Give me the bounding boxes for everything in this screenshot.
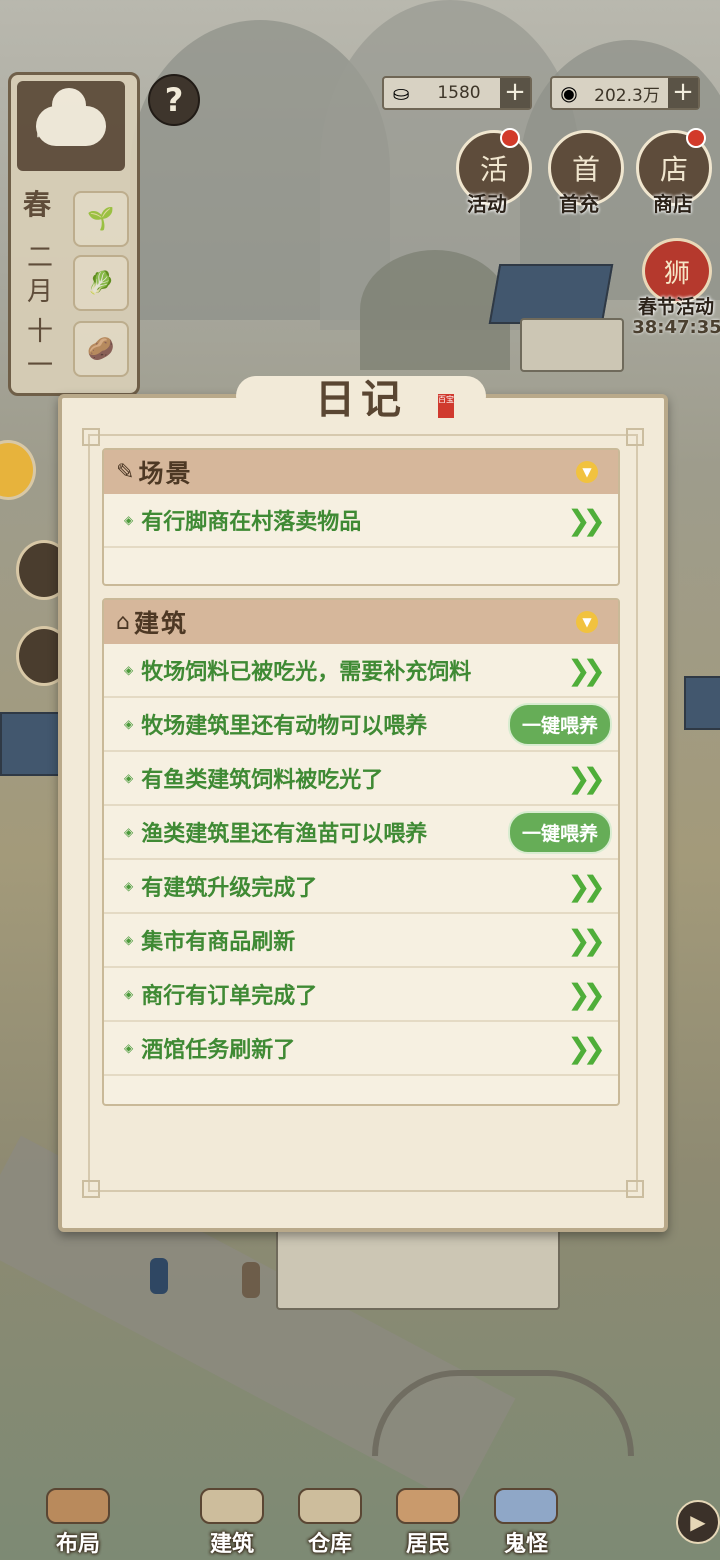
day-label: 十 (27, 317, 54, 347)
diamond-bullet-icon: ◈ (124, 825, 134, 839)
event-timer: 38:47:35 (632, 317, 720, 338)
diamond-bullet-icon: ◈ (124, 771, 134, 785)
notification-dot (500, 128, 520, 148)
collapse-icon[interactable]: ▼ (576, 461, 598, 483)
silver-value: 1580 (437, 83, 481, 103)
go-arrow-icon[interactable]: ❯❯ (567, 978, 606, 1011)
building-icon (200, 1488, 264, 1524)
diary-entry[interactable]: ◈ 有建筑升级完成了 ❯❯ (104, 860, 618, 914)
resident-icon (396, 1488, 460, 1524)
coin-value: 202.3万 (594, 85, 660, 106)
building-section: ⌂ 建筑 ▼ ◈ 牧场饲料已被吃光，需要补充饲料 ❯❯ ◈ 牧场建筑里还有动物可… (102, 598, 620, 1106)
day-label: 一 (27, 351, 54, 381)
entry-text: 集市有商品刷新 (141, 930, 296, 955)
rain-weather-icon: | | | (17, 81, 125, 171)
diary-entry: ◈ 牧场建筑里还有动物可以喂养 一键喂养 (104, 698, 618, 752)
season-label: 春 (23, 188, 52, 221)
diamond-bullet-icon: ◈ (124, 717, 134, 731)
diary-entry: ◈ 渔类建筑里还有渔苗可以喂养 一键喂养 (104, 806, 618, 860)
layout-icon (46, 1488, 110, 1524)
nav-label: 建筑 (209, 1532, 254, 1557)
section-title: 场景 (138, 459, 193, 488)
section-title: 建筑 (133, 609, 188, 638)
notification-dot (686, 128, 706, 148)
brush-icon: ✎ (116, 459, 135, 485)
shop-label[interactable]: 商店 (628, 188, 718, 217)
ginger-crop-icon[interactable]: 🥔 (73, 321, 129, 377)
diary-entry[interactable]: ◈ 酒馆任务刷新了 ❯❯ (104, 1022, 618, 1076)
go-arrow-icon[interactable]: ❯❯ (567, 762, 606, 795)
diary-entry[interactable]: ◈ 牧场饲料已被吃光，需要补充饲料 ❯❯ (104, 644, 618, 698)
month-label: 月 (27, 277, 54, 307)
frame-corner (626, 1180, 644, 1198)
nav-building[interactable]: 建筑 (192, 1488, 272, 1558)
entry-text: 有鱼类建筑饲料被吃光了 (141, 768, 384, 793)
next-arrow-button[interactable]: ▶ (676, 1500, 720, 1544)
frame-corner (82, 1180, 100, 1198)
side-reward-icon[interactable] (0, 440, 36, 500)
weather-calendar-panel[interactable]: | | | 春 二 月 十 一 🌱 🥬 🥔 (8, 72, 140, 396)
warehouse-icon (298, 1488, 362, 1524)
feed-all-button[interactable]: 一键喂养 (507, 702, 612, 746)
go-arrow-icon[interactable]: ❯❯ (567, 870, 606, 903)
go-arrow-icon[interactable]: ❯❯ (567, 1032, 606, 1065)
nav-label: 仓库 (307, 1532, 352, 1557)
entry-text: 牧场建筑里还有动物可以喂养 (141, 714, 428, 739)
silver-currency: ⛀ 1580 + (382, 76, 532, 110)
go-arrow-icon[interactable]: ❯❯ (567, 924, 606, 957)
ghost-icon (494, 1488, 558, 1524)
entry-text: 酒馆任务刷新了 (141, 1038, 296, 1063)
cabbage-crop-icon[interactable]: 🥬 (73, 255, 129, 311)
activity-label[interactable]: 活动 (442, 188, 532, 217)
entry-text: 渔类建筑里还有渔苗可以喂养 (141, 822, 428, 847)
seal-stamp: 百宝 (438, 394, 454, 418)
add-coins-button[interactable]: + (668, 78, 698, 108)
nav-warehouse[interactable]: 仓库 (290, 1488, 370, 1558)
diamond-bullet-icon: ◈ (124, 987, 134, 1001)
diamond-bullet-icon: ◈ (124, 663, 134, 677)
month-label: 二 (27, 243, 54, 273)
help-button[interactable]: ? (148, 74, 200, 126)
event-label[interactable]: 春节活动 (626, 292, 720, 319)
house-icon: ⌂ (116, 609, 130, 635)
go-arrow-icon[interactable]: ❯❯ (567, 654, 606, 687)
diary-entry[interactable]: ◈ 商行有订单完成了 ❯❯ (104, 968, 618, 1022)
collapse-icon[interactable]: ▼ (576, 611, 598, 633)
diamond-bullet-icon: ◈ (124, 879, 134, 893)
nav-label: 鬼怪 (503, 1532, 548, 1557)
nav-label: 布局 (55, 1532, 100, 1557)
nav-ghosts[interactable]: 鬼怪 (486, 1488, 566, 1558)
silver-ingot-icon: ⛀ (392, 81, 410, 105)
coin-currency: ◉ 202.3万 + (550, 76, 700, 110)
scene-section-header[interactable]: ✎ 场景 ▼ (104, 450, 618, 494)
copper-coin-icon: ◉ (560, 81, 578, 105)
go-arrow-icon[interactable]: ❯❯ (567, 504, 606, 537)
diary-entry[interactable]: ◈ 有行脚商在村落卖物品 ❯❯ (104, 494, 618, 548)
add-silver-button[interactable]: + (500, 78, 530, 108)
feed-all-button[interactable]: 一键喂养 (507, 810, 612, 854)
diamond-bullet-icon: ◈ (124, 933, 134, 947)
villager-figure[interactable] (150, 1258, 168, 1294)
diary-entry[interactable]: ◈ 有鱼类建筑饲料被吃光了 ❯❯ (104, 752, 618, 806)
diary-entry[interactable]: ◈ 集市有商品刷新 ❯❯ (104, 914, 618, 968)
diamond-bullet-icon: ◈ (124, 1041, 134, 1055)
entry-text: 有行脚商在村落卖物品 (141, 510, 362, 535)
nav-label: 居民 (405, 1532, 450, 1557)
entry-text: 商行有订单完成了 (141, 984, 318, 1009)
diary-title: 日记 (315, 376, 407, 423)
entry-text: 有建筑升级完成了 (141, 876, 318, 901)
scene-section: ✎ 场景 ▼ ◈ 有行脚商在村落卖物品 ❯❯ (102, 448, 620, 586)
nav-residents[interactable]: 居民 (388, 1488, 468, 1558)
sprout-crop-icon[interactable]: 🌱 (73, 191, 129, 247)
first-recharge-label[interactable]: 首充 (534, 188, 624, 217)
villager-figure[interactable] (242, 1262, 260, 1298)
frame-corner (82, 428, 100, 446)
frame-corner (626, 428, 644, 446)
nav-layout[interactable]: 布局 (38, 1488, 118, 1558)
bottom-nav: 布局 建筑 仓库 居民 鬼怪 (0, 1488, 720, 1560)
diamond-bullet-icon: ◈ (124, 513, 134, 527)
building-section-header[interactable]: ⌂ 建筑 ▼ (104, 600, 618, 644)
entry-text: 牧场饲料已被吃光，需要补充饲料 (141, 660, 472, 685)
